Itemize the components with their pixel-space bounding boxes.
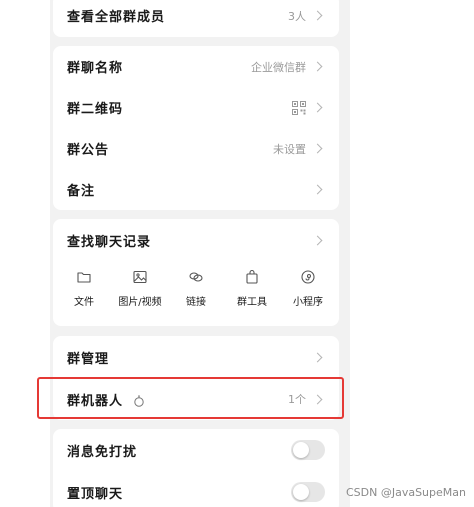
chat-settings-card: 消息免打扰 置顶聊天 (53, 429, 339, 507)
chevron-right-icon (312, 184, 323, 195)
chevron-right-icon (312, 102, 323, 113)
group-qrcode-label: 群二维码 (67, 102, 124, 117)
group-info-card: 群聊名称 企业微信群 群二维码 群公告 未设置 备注 (53, 46, 339, 210)
tool-images-videos-label: 图片/视频 (118, 297, 162, 308)
group-announcement-row[interactable]: 群公告 未设置 (53, 128, 339, 169)
pin-chat-toggle[interactable] (291, 482, 325, 502)
robot-row-highlight (37, 377, 344, 419)
chevron-right-icon (312, 10, 323, 21)
qr-code-icon (292, 100, 306, 115)
group-admin-label: 群管理 (67, 351, 110, 367)
tool-links-label: 链接 (186, 297, 206, 308)
tool-group-tools[interactable]: 群工具 (227, 269, 277, 321)
view-all-members-label: 查看全部群成员 (67, 10, 166, 25)
folder-icon (77, 272, 91, 283)
chat-history-card: 查找聊天记录 文件 图片/视频 链接 群工具 小程序 (53, 219, 339, 326)
group-admin-row[interactable]: 群管理 (53, 336, 339, 378)
view-all-members-row[interactable]: 查看全部群成员 3人 (53, 0, 339, 37)
pin-chat-label: 置顶聊天 (67, 486, 124, 502)
tool-links[interactable]: 链接 (171, 269, 221, 321)
group-name-row[interactable]: 群聊名称 企业微信群 (53, 46, 339, 87)
chevron-right-icon (312, 61, 323, 72)
mute-notifications-toggle[interactable] (291, 440, 325, 460)
member-count: 3人 (288, 9, 306, 23)
group-name-value: 企业微信群 (251, 60, 306, 74)
chevron-right-icon (312, 352, 323, 362)
tool-mini-programs[interactable]: 小程序 (283, 269, 333, 321)
mute-notifications-row: 消息免打扰 (53, 429, 339, 471)
tool-mini-programs-label: 小程序 (293, 297, 323, 308)
tool-files-label: 文件 (74, 297, 94, 308)
tool-group-tools-label: 群工具 (237, 297, 267, 308)
group-announcement-label: 群公告 (67, 143, 110, 158)
chevron-right-icon (312, 143, 323, 154)
group-announcement-value: 未设置 (273, 142, 306, 156)
remark-row[interactable]: 备注 (53, 169, 339, 210)
image-icon (133, 270, 147, 284)
tool-files[interactable]: 文件 (59, 269, 109, 321)
csdn-watermark: CSDN @JavaSupeMan (345, 486, 466, 499)
search-history-label: 查找聊天记录 (67, 234, 152, 250)
bag-icon (246, 269, 258, 284)
tool-images-videos[interactable]: 图片/视频 (115, 269, 165, 321)
search-history-row[interactable]: 查找聊天记录 (53, 219, 339, 261)
remark-label: 备注 (67, 184, 96, 199)
pin-chat-row: 置顶聊天 (53, 471, 339, 507)
group-name-label: 群聊名称 (67, 61, 124, 76)
mini-program-icon (301, 270, 315, 284)
members-card: 查看全部群成员 3人 (53, 0, 339, 37)
mute-notifications-label: 消息免打扰 (67, 444, 138, 460)
link-icon (189, 272, 203, 282)
group-qrcode-row[interactable]: 群二维码 (53, 87, 339, 128)
chevron-right-icon (312, 235, 323, 245)
history-tools: 文件 图片/视频 链接 群工具 小程序 (53, 261, 339, 321)
